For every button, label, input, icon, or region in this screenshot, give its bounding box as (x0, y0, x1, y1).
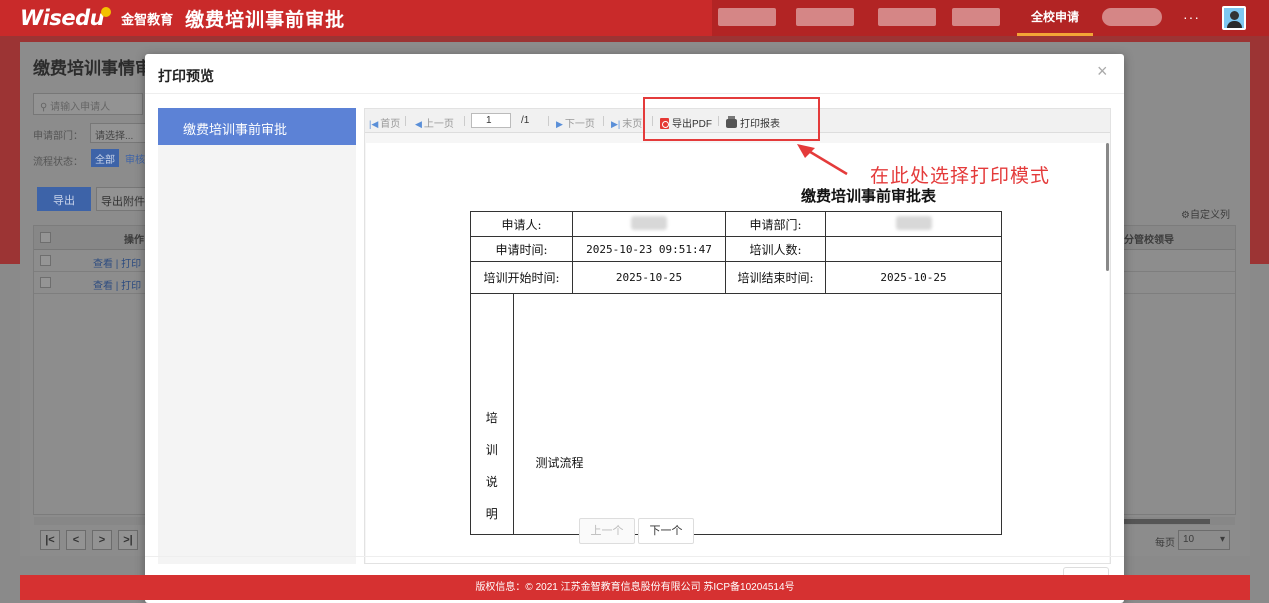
search-icon: ⚲ (40, 102, 51, 113)
page-total: /1 (521, 115, 530, 126)
description-row: 培 训 说 明 测试流程 (470, 293, 1002, 535)
applicant-value (572, 211, 726, 237)
per-page-label: 每页 (1155, 538, 1175, 549)
row-actions[interactable]: 查看 | 打印 (93, 255, 141, 270)
applicant-label: 申请人: (470, 211, 573, 237)
report-list: 缴费培训事前审批 (158, 108, 356, 564)
export-button[interactable]: 导出 (37, 187, 91, 211)
page-title: 缴费培训事情审 (33, 59, 152, 78)
next-record-button[interactable]: 下一个 (638, 518, 694, 544)
dept-label: 申请部门: (725, 211, 826, 237)
search-placeholder: 请输入申请人 (50, 102, 111, 113)
copyright-footer: 版权信息：© 2021 江苏金智教育信息股份有限公司 苏ICP备10204514… (20, 575, 1250, 600)
nav-item-blurred[interactable] (878, 8, 936, 26)
nav-item-blurred[interactable] (1102, 8, 1162, 26)
pager-prev-button[interactable]: < (66, 530, 86, 550)
row-checkbox[interactable] (40, 255, 51, 266)
description-label-char: 训 (485, 443, 498, 457)
dept-filter-label: 申请部门： (33, 131, 83, 142)
next-page-button[interactable]: ▶ 下一页 (556, 115, 595, 130)
description-label-char: 培 (485, 411, 498, 425)
gear-icon: ⚙ (1181, 210, 1190, 221)
annotation-text: 在此处选择打印模式 (870, 166, 1051, 187)
dialog-footer-divider (145, 556, 1124, 557)
description-label: 培 训 说 明 (471, 294, 514, 534)
redacted-value (895, 215, 932, 230)
nav-item-school-applications[interactable]: 全校申请 (1017, 0, 1093, 36)
logo-dot-icon (101, 7, 112, 17)
dialog-title: 打印预览 (158, 68, 214, 84)
redacted-value (631, 215, 667, 230)
pager-last-button[interactable]: >| (118, 530, 138, 550)
pager-first-button[interactable]: |< (40, 530, 60, 550)
trainee-count-value (825, 236, 1002, 262)
prev-record-button[interactable]: 上一个 (579, 518, 635, 544)
pointer-arrow-icon (797, 144, 848, 176)
nav-item-blurred[interactable] (952, 8, 1000, 26)
start-time-value: 2025-10-25 (572, 261, 726, 294)
avatar-head (1230, 11, 1239, 20)
next-page-icon: ▶ (556, 119, 563, 129)
avatar[interactable] (1222, 6, 1246, 30)
report-list-item[interactable]: 缴费培训事前审批 (158, 108, 356, 145)
logo-text: Wisedu (20, 6, 105, 30)
pager-next-button[interactable]: > (92, 530, 112, 550)
custom-columns-link[interactable]: ⚙自定义列 (1181, 206, 1230, 221)
highlight-box (643, 97, 820, 141)
column-header-operation: 操作 (124, 235, 144, 246)
description-label-char: 明 (485, 507, 498, 521)
apply-time-label: 申请时间: (470, 236, 573, 262)
page-number-input[interactable]: 1 (471, 113, 511, 128)
end-time-value: 2025-10-25 (825, 261, 1002, 294)
last-page-button[interactable]: ▶| 末页 (611, 115, 642, 130)
print-preview-dialog: 打印预览 × 缴费培训事前审批 |◀ 首页 ◀ 上一页 1 /1 ▶ 下一页 ▶| 末页… (145, 54, 1124, 603)
vertical-scrollbar[interactable] (1106, 143, 1109, 271)
prev-page-button[interactable]: ◀ 上一页 (415, 115, 454, 130)
dept-value (825, 211, 1002, 237)
document-title: 缴费培训事前审批表 (800, 187, 936, 205)
search-input[interactable]: ⚲ 请输入申请人 (33, 93, 143, 115)
close-icon[interactable]: × (1097, 62, 1108, 80)
column-header-leader: 分管校领导 (1124, 235, 1174, 246)
export-attachments-button[interactable]: 导出附件 (96, 187, 150, 211)
scrollbar-thumb[interactable] (1120, 519, 1210, 524)
logo-cn-text: 金智教育 (121, 11, 174, 27)
select-all-checkbox[interactable] (40, 232, 51, 243)
nav-item-blurred[interactable] (796, 8, 854, 26)
report-page: 缴费培训事前审批表 申请人: 申请部门: 申请时间: 2025-10-23 09… (366, 143, 1109, 563)
start-time-label: 培训开始时间: (470, 261, 573, 294)
description-inner: 培 训 说 明 测试流程 (471, 294, 1001, 534)
description-label-char: 说 (485, 475, 498, 489)
description-content: 测试流程 (535, 456, 584, 470)
apply-time-value: 2025-10-23 09:51:47 (572, 236, 726, 262)
first-page-button[interactable]: |◀ 首页 (369, 115, 400, 130)
chevron-down-icon: ▾ (1219, 534, 1225, 545)
per-page-select[interactable]: 10 ▾ (1178, 530, 1230, 550)
more-icon[interactable]: ··· (1183, 9, 1200, 25)
logo[interactable]: Wisedu 金智教育 (0, 0, 173, 36)
row-checkbox[interactable] (40, 277, 51, 288)
prev-page-icon: ◀ (415, 119, 422, 129)
approval-form-table: 申请人: 申请部门: 申请时间: 2025-10-23 09:51:47 培训人… (470, 211, 1002, 535)
status-filter-label: 流程状态： (33, 157, 83, 168)
row-actions[interactable]: 查看 | 打印 (93, 277, 141, 292)
status-all-chip[interactable]: 全部 (91, 149, 119, 167)
avatar-body (1227, 21, 1242, 28)
end-time-label: 培训结束时间: (725, 261, 826, 294)
app-title: 缴费培训事前审批 (185, 9, 346, 31)
dept-select[interactable]: 请选择... (90, 123, 146, 143)
nav-item-blurred[interactable] (718, 8, 776, 26)
first-page-icon: |◀ (369, 119, 379, 129)
dialog-header: 打印预览 × (145, 54, 1124, 94)
last-page-icon: ▶| (611, 119, 621, 129)
trainee-count-label: 培训人数: (725, 236, 826, 262)
